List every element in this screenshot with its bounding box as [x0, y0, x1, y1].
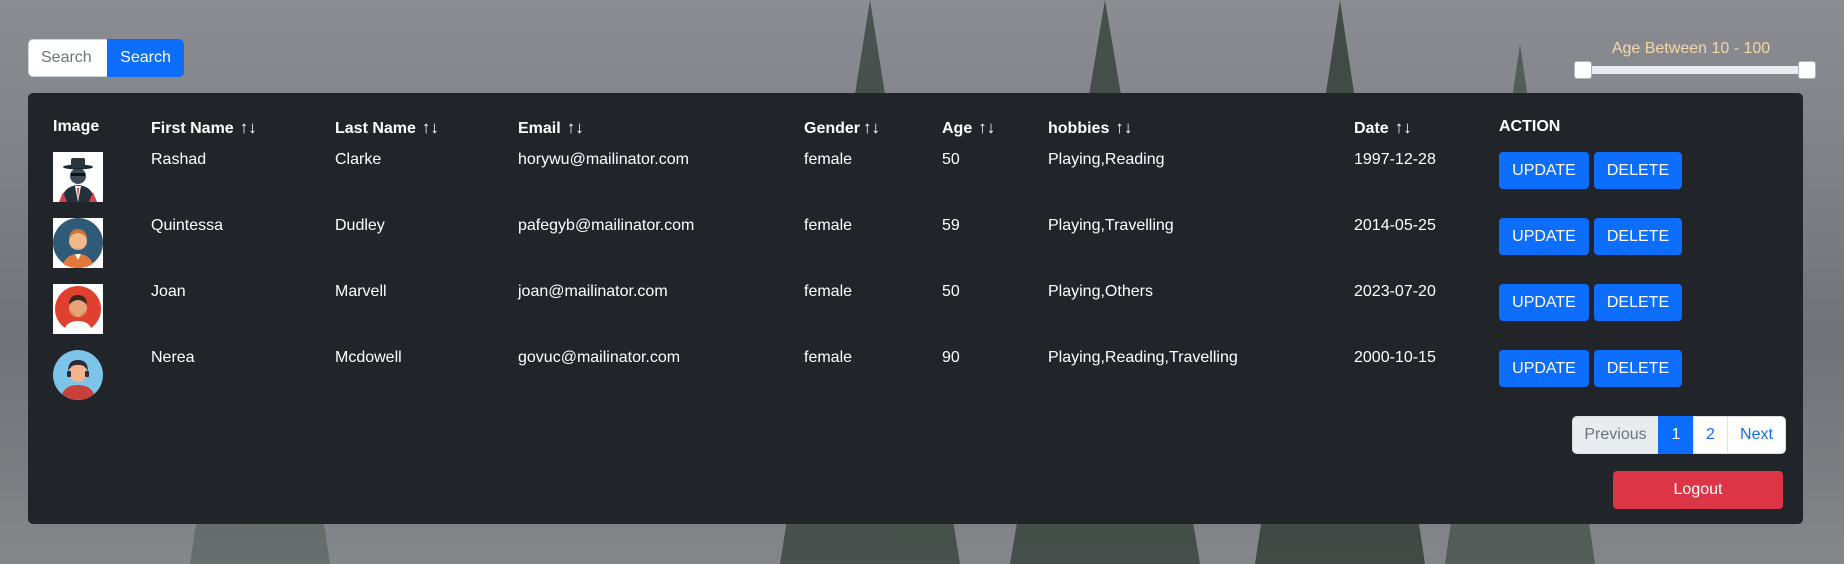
- header-last-name[interactable]: Last Name ↑↓: [335, 118, 439, 138]
- cell-age: 50: [942, 151, 960, 168]
- update-button[interactable]: UPDATE: [1499, 284, 1589, 321]
- search-button[interactable]: Search: [107, 39, 184, 77]
- header-gender[interactable]: Gender ↑↓: [804, 118, 880, 138]
- cell-email: joan@mailinator.com: [518, 283, 668, 300]
- pagination-page-2[interactable]: 2: [1693, 416, 1728, 454]
- sort-icon[interactable]: ↑↓: [978, 118, 995, 137]
- cell-age: 90: [942, 349, 960, 366]
- cell-date: 2023-07-20: [1354, 283, 1436, 300]
- sort-icon[interactable]: ↑↓: [1395, 118, 1412, 137]
- delete-button[interactable]: DELETE: [1594, 350, 1682, 387]
- update-button[interactable]: UPDATE: [1499, 350, 1589, 387]
- delete-button[interactable]: DELETE: [1594, 152, 1682, 189]
- header-date[interactable]: Date ↑↓: [1354, 118, 1412, 138]
- cell-last-name: Marvell: [335, 283, 387, 300]
- cell-first-name: Quintessa: [151, 217, 224, 234]
- cell-first-name: Joan: [151, 283, 186, 300]
- cell-gender: female: [804, 151, 853, 168]
- table-row: Joan Marvell joan@mailinator.com female …: [28, 274, 1803, 340]
- age-range-label: Age Between 10 - 100: [1611, 40, 1771, 57]
- slider-max-handle[interactable]: [1798, 61, 1816, 79]
- sort-icon[interactable]: ↑↓: [863, 118, 880, 137]
- header-first-name[interactable]: First Name ↑↓: [151, 118, 257, 138]
- update-button[interactable]: UPDATE: [1499, 218, 1589, 255]
- update-button[interactable]: UPDATE: [1499, 152, 1589, 189]
- header-image: Image: [53, 118, 100, 135]
- man-in-hat-avatar: [53, 152, 103, 202]
- header-age[interactable]: Age ↑↓: [942, 118, 995, 138]
- slider-min-handle[interactable]: [1574, 61, 1592, 79]
- cell-gender: female: [804, 349, 853, 366]
- sort-icon[interactable]: ↑↓: [422, 118, 439, 137]
- cell-gender: female: [804, 283, 853, 300]
- users-table-card: Image First Name ↑↓ Last Name ↑↓ Email ↑↓ G…: [28, 93, 1803, 524]
- pagination-next[interactable]: Next: [1727, 416, 1786, 454]
- pagination-previous[interactable]: Previous: [1572, 416, 1659, 454]
- pagination-page-1[interactable]: 1: [1658, 416, 1694, 454]
- header-email[interactable]: Email ↑↓: [518, 118, 584, 138]
- header-action: ACTION: [1499, 118, 1561, 135]
- delete-button[interactable]: DELETE: [1594, 218, 1682, 255]
- cell-first-name: Nerea: [151, 349, 195, 366]
- slider-rail[interactable]: [1578, 66, 1812, 74]
- sort-icon[interactable]: ↑↓: [1115, 118, 1132, 137]
- sort-icon[interactable]: ↑↓: [240, 118, 257, 137]
- red-background-man-avatar: [53, 284, 103, 334]
- cell-age: 50: [942, 283, 960, 300]
- cell-email: horywu@mailinator.com: [518, 151, 689, 168]
- cell-email: govuc@mailinator.com: [518, 349, 681, 366]
- table-row: Rashad Clarke horywu@mailinator.com fema…: [28, 142, 1803, 208]
- cell-last-name: Clarke: [335, 151, 382, 168]
- search-input[interactable]: [28, 39, 107, 77]
- student-avatar: [53, 350, 103, 400]
- bearded-man-avatar: [53, 218, 103, 268]
- sort-icon[interactable]: ↑↓: [567, 118, 584, 137]
- cell-last-name: Mcdowell: [335, 349, 402, 366]
- table-row: Quintessa Dudley pafegyb@mailinator.com …: [28, 208, 1803, 274]
- header-hobbies[interactable]: hobbies ↑↓: [1048, 118, 1132, 138]
- logout-button[interactable]: Logout: [1613, 471, 1783, 509]
- cell-email: pafegyb@mailinator.com: [518, 217, 695, 234]
- cell-hobbies: Playing,Reading,Travelling: [1048, 349, 1238, 366]
- cell-hobbies: Playing,Reading: [1048, 151, 1165, 168]
- table-row: Nerea Mcdowell govuc@mailinator.com fema…: [28, 340, 1803, 406]
- delete-button[interactable]: DELETE: [1594, 284, 1682, 321]
- cell-date: 2014-05-25: [1354, 217, 1436, 234]
- cell-age: 59: [942, 217, 960, 234]
- cell-hobbies: Playing,Travelling: [1048, 217, 1174, 234]
- search-group: Search: [28, 39, 184, 77]
- age-range-filter: Age Between 10 - 100: [1574, 40, 1816, 79]
- cell-hobbies: Playing,Others: [1048, 283, 1153, 300]
- cell-date: 2000-10-15: [1354, 349, 1436, 366]
- cell-gender: female: [804, 217, 853, 234]
- pagination: Previous 1 2 Next: [1572, 416, 1786, 454]
- age-range-slider[interactable]: [1574, 61, 1816, 79]
- cell-date: 1997-12-28: [1354, 151, 1436, 168]
- cell-last-name: Dudley: [335, 217, 385, 234]
- cell-first-name: Rashad: [151, 151, 207, 168]
